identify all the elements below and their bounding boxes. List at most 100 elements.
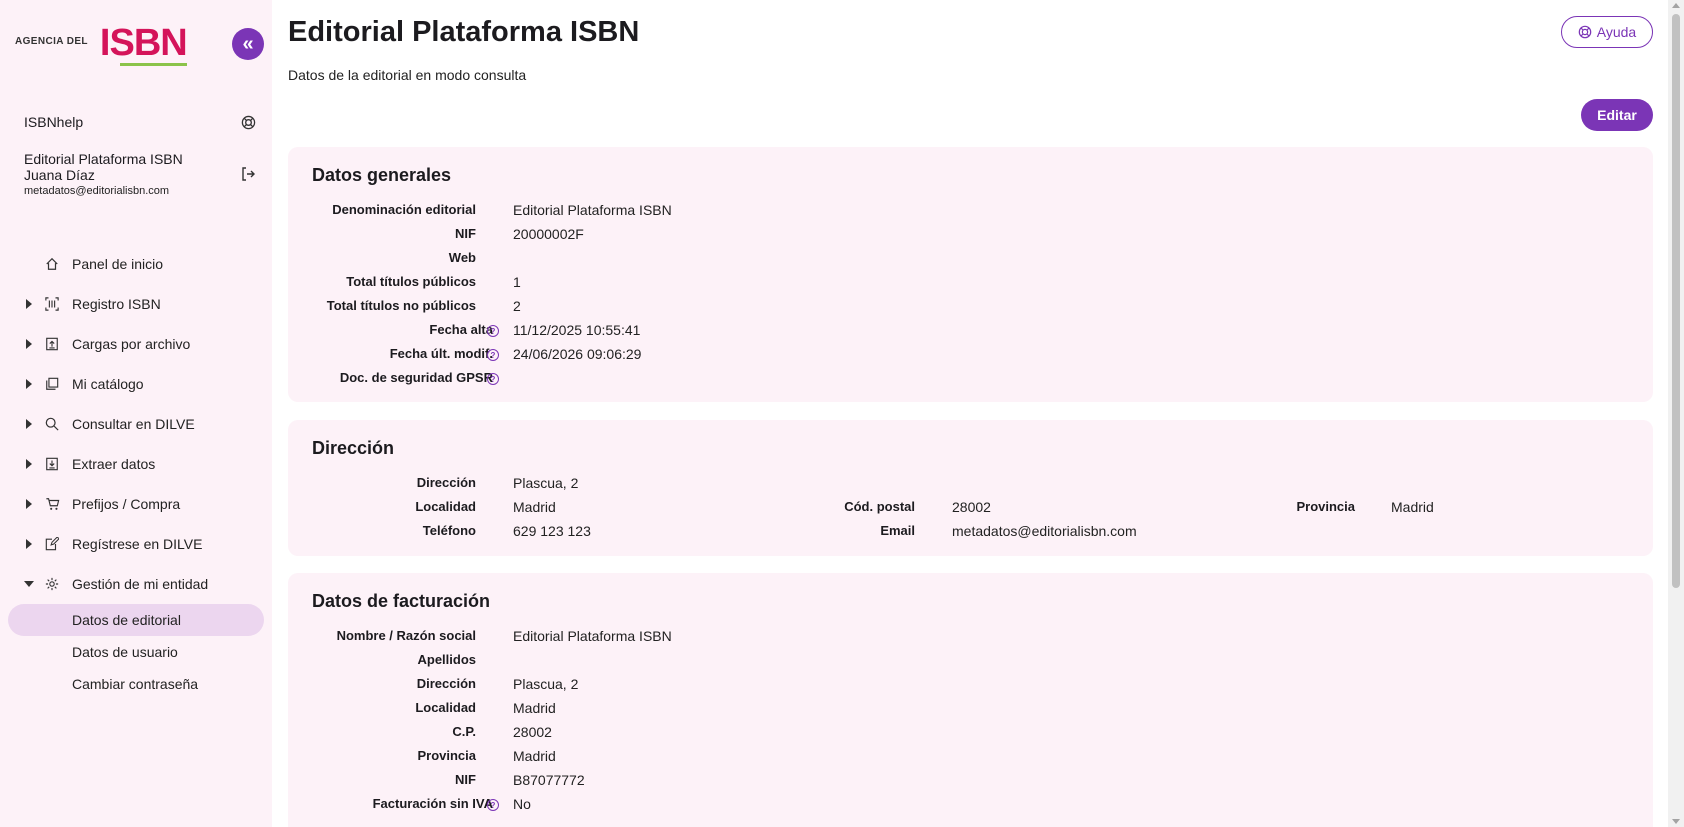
sidebar-item-label: Registro ISBN <box>72 296 161 312</box>
scroll-down-arrow-icon[interactable] <box>1672 819 1680 824</box>
billing-card: Datos de facturación Nombre / Razón soci… <box>288 573 1653 827</box>
logout-icon[interactable] <box>240 166 256 182</box>
home-icon <box>44 256 60 272</box>
help-button-label: Ayuda <box>1596 24 1637 40</box>
field-value: 20000002F <box>513 226 584 242</box>
field-value: Madrid <box>513 499 556 515</box>
general-data-title: Datos generales <box>312 165 452 185</box>
sidebar-item-registro-isbn[interactable]: Registro ISBN <box>0 284 272 324</box>
sidebar-subitem-datos-editorial[interactable]: Datos de editorial <box>8 604 264 636</box>
upload-file-icon <box>44 336 60 352</box>
field-value: Madrid <box>513 748 556 764</box>
isbnhelp-label: ISBNhelp <box>24 114 84 130</box>
sidebar-item-label: Regístrese en DILVE <box>72 536 203 552</box>
field-label: Denominación editorial <box>332 202 476 217</box>
help-circle-icon[interactable]: ? <box>487 349 499 361</box>
sidebar-item-extraer-datos[interactable]: Extraer datos <box>0 444 272 484</box>
sidebar-item-label: Extraer datos <box>72 456 156 472</box>
field-label: Dirección <box>416 475 476 490</box>
caret-right-icon <box>26 339 32 349</box>
field-label: Doc. de seguridad GPSR <box>339 370 493 385</box>
address-title: Dirección <box>312 438 395 458</box>
cart-icon <box>44 496 60 512</box>
field-value: 24/06/2026 09:06:29 <box>513 346 642 362</box>
field-row: Web <box>288 250 1588 270</box>
sidebar: AGENCIA DEL ISBN « ISBNhelp Editorial Pl… <box>0 0 272 827</box>
caret-down-icon <box>24 581 34 587</box>
help-button[interactable]: Ayuda <box>1561 16 1653 48</box>
help-circle-icon[interactable]: ? <box>487 325 499 337</box>
field-row: Teléfono 629 123 123 Email metadatos@edi… <box>288 523 1653 543</box>
field-label: Fecha últ. modif. <box>389 346 493 361</box>
field-value: Plascua, 2 <box>513 475 579 491</box>
isbnhelp-link[interactable]: ISBNhelp <box>24 114 256 130</box>
sidebar-subitem-datos-usuario[interactable]: Datos de usuario <box>8 636 264 668</box>
sidebar-item-cargas[interactable]: Cargas por archivo <box>0 324 272 364</box>
sidebar-item-gestion-entidad[interactable]: Gestión de mi entidad <box>0 564 272 604</box>
field-label: C.P. <box>452 724 476 739</box>
field-row: Fecha alta ? 11/12/2025 10:55:41 <box>288 322 1588 342</box>
field-row: Total títulos no públicos 2 <box>288 298 1588 318</box>
field-value: 629 123 123 <box>513 523 591 539</box>
field-row: Dirección Plascua, 2 <box>288 475 1653 495</box>
field-value: Madrid <box>513 700 556 716</box>
field-value: Madrid <box>1391 499 1434 515</box>
field-row: Localidad Madrid <box>288 700 1588 720</box>
field-label: Email <box>880 523 915 538</box>
field-label: NIF <box>455 772 476 787</box>
caret-right-icon <box>26 459 32 469</box>
field-row: Facturación sin IVA ? No <box>288 796 1588 816</box>
user-name: Juana Díaz <box>24 167 95 183</box>
field-label: Localidad <box>415 499 476 514</box>
vertical-scrollbar[interactable] <box>1668 0 1684 827</box>
help-circle-icon[interactable]: ? <box>487 799 499 811</box>
billing-title: Datos de facturación <box>312 591 491 611</box>
sidebar-item-consultar-dilve[interactable]: Consultar en DILVE <box>0 404 272 444</box>
field-label: Facturación sin IVA <box>372 796 493 811</box>
caret-right-icon <box>26 299 32 309</box>
sidebar-item-prefijos-compra[interactable]: Prefijos / Compra <box>0 484 272 524</box>
logo-small-text: AGENCIA DEL <box>15 36 88 47</box>
field-label: Web <box>448 250 476 265</box>
field-label: Fecha alta <box>429 322 493 337</box>
sidebar-subitem-label: Datos de usuario <box>72 644 178 660</box>
field-row: Apellidos <box>288 652 1588 672</box>
sidebar-subitem-cambiar-contrasena[interactable]: Cambiar contraseña <box>8 668 264 700</box>
sidebar-item-label: Cargas por archivo <box>72 336 191 352</box>
field-row: Total títulos públicos 1 <box>288 274 1588 294</box>
caret-right-icon <box>26 419 32 429</box>
field-label: Apellidos <box>417 652 476 667</box>
field-value: 28002 <box>952 499 991 515</box>
sidebar-item-registrese-dilve[interactable]: Regístrese en DILVE <box>0 524 272 564</box>
general-data-card: Datos generales Denominación editorial E… <box>288 147 1653 402</box>
field-label: NIF <box>455 226 476 241</box>
field-value: metadatos@editorialisbn.com <box>952 523 1137 539</box>
edit-button[interactable]: Editar <box>1581 99 1653 131</box>
field-label: Total títulos públicos <box>346 274 476 289</box>
sidebar-item-label: Panel de inicio <box>72 256 164 272</box>
field-label: Dirección <box>416 676 476 691</box>
collapse-sidebar-button[interactable]: « <box>232 28 264 60</box>
sidebar-item-label: Prefijos / Compra <box>72 496 181 512</box>
scroll-up-arrow-icon[interactable] <box>1672 3 1680 8</box>
sidebar-item-panel-inicio[interactable]: Panel de inicio <box>0 244 272 284</box>
isbn-logo[interactable]: AGENCIA DEL ISBN <box>15 24 188 66</box>
page-title: Editorial Plataforma ISBN <box>288 16 640 48</box>
scrollbar-thumb[interactable] <box>1672 14 1680 588</box>
field-value: Plascua, 2 <box>513 676 579 692</box>
caret-right-icon <box>26 379 32 389</box>
field-row: Provincia Madrid <box>288 748 1588 768</box>
help-circle-icon[interactable]: ? <box>487 373 499 385</box>
gear-icon <box>44 576 60 592</box>
field-value: 1 <box>513 274 521 290</box>
caret-right-icon <box>26 539 32 549</box>
field-row: Denominación editorial Editorial Platafo… <box>288 202 1588 222</box>
sidebar-subitem-label: Cambiar contraseña <box>72 676 199 692</box>
sidebar-item-catalogo[interactable]: Mi catálogo <box>0 364 272 404</box>
field-value: B87077772 <box>513 772 585 788</box>
field-label: Localidad <box>415 700 476 715</box>
search-icon <box>44 416 60 432</box>
field-value: 2 <box>513 298 521 314</box>
double-chevron-left-icon: « <box>242 32 254 55</box>
download-file-icon <box>44 456 60 472</box>
